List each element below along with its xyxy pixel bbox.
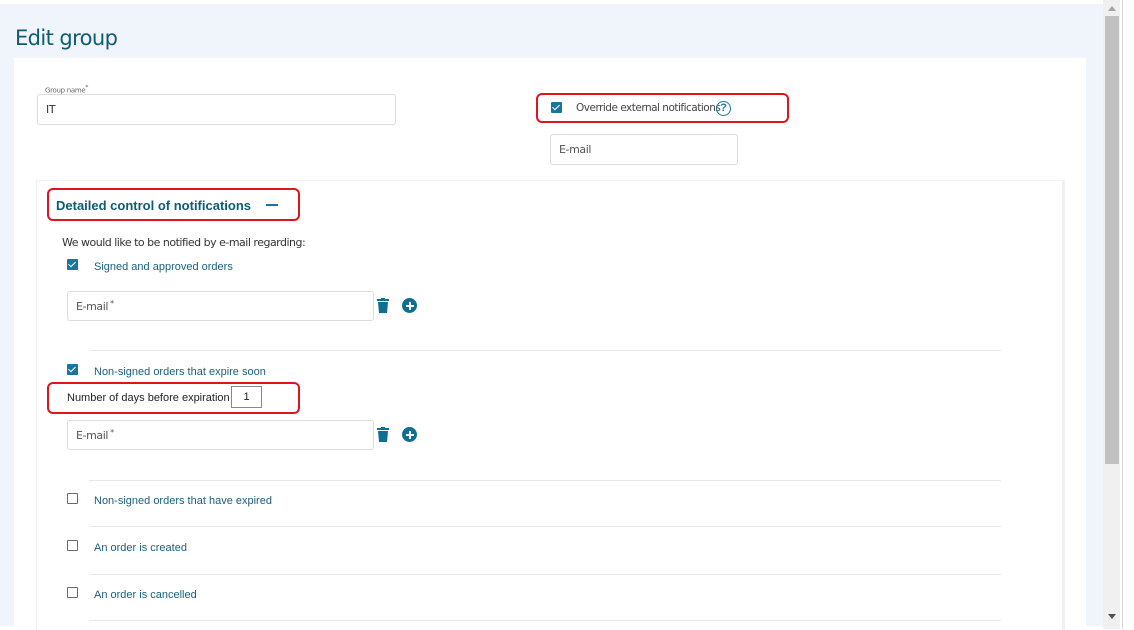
email-placeholder: E-mail bbox=[76, 299, 109, 313]
required-mark: * bbox=[110, 427, 114, 437]
trash-icon[interactable] bbox=[377, 427, 389, 442]
section-title[interactable]: Detailed control of notifications bbox=[56, 198, 251, 213]
divider bbox=[89, 480, 1001, 481]
days-input[interactable]: 1 bbox=[231, 386, 262, 408]
option-checkbox-signed-approved[interactable] bbox=[67, 259, 78, 270]
plus-circle-icon[interactable] bbox=[402, 427, 417, 442]
minus-icon[interactable] bbox=[266, 204, 278, 206]
required-mark: * bbox=[110, 298, 114, 308]
override-label: Override external notifications bbox=[576, 102, 721, 114]
email-input-2[interactable]: E-mail * bbox=[67, 420, 374, 450]
group-name-value: IT bbox=[46, 103, 56, 116]
intro-text: We would like to be notified by e-mail r… bbox=[62, 236, 306, 249]
email-input-1[interactable]: E-mail * bbox=[67, 291, 374, 321]
override-checkbox[interactable] bbox=[551, 102, 562, 113]
divider bbox=[89, 526, 1001, 527]
divider bbox=[89, 620, 1001, 621]
required-mark: * bbox=[85, 84, 89, 91]
option-checkbox-expired[interactable] bbox=[67, 493, 78, 504]
question-circle-icon[interactable]: ? bbox=[716, 101, 731, 116]
email-placeholder: E-mail bbox=[76, 428, 109, 442]
option-checkbox-order-cancelled[interactable] bbox=[67, 587, 78, 598]
option-checkbox-order-created[interactable] bbox=[67, 540, 78, 551]
window-border bbox=[1122, 0, 1123, 629]
option-label: An order is created bbox=[94, 542, 187, 554]
days-value: 1 bbox=[243, 391, 250, 403]
option-label: Non-signed orders that expire soon bbox=[94, 366, 266, 378]
page-title: Edit group bbox=[15, 26, 118, 50]
override-email-placeholder: E-mail bbox=[559, 143, 592, 156]
plus-circle-icon[interactable] bbox=[402, 298, 417, 313]
option-checkbox-expire-soon[interactable] bbox=[67, 364, 78, 375]
override-email-input[interactable]: E-mail bbox=[550, 134, 738, 165]
group-name-label: Group name* bbox=[45, 84, 88, 94]
divider bbox=[89, 574, 1001, 575]
scrollbar-thumb[interactable] bbox=[1105, 16, 1119, 464]
divider bbox=[89, 350, 1001, 351]
option-label: Signed and approved orders bbox=[94, 261, 233, 273]
group-name-input[interactable]: IT bbox=[37, 94, 396, 125]
trash-icon[interactable] bbox=[377, 298, 389, 313]
days-label: Number of days before expiration bbox=[67, 392, 230, 404]
scroll-down-arrow-icon[interactable] bbox=[1108, 614, 1116, 619]
option-label: An order is cancelled bbox=[94, 589, 197, 601]
scroll-up-arrow-icon[interactable] bbox=[1108, 6, 1116, 11]
option-label: Non-signed orders that have expired bbox=[94, 495, 272, 507]
